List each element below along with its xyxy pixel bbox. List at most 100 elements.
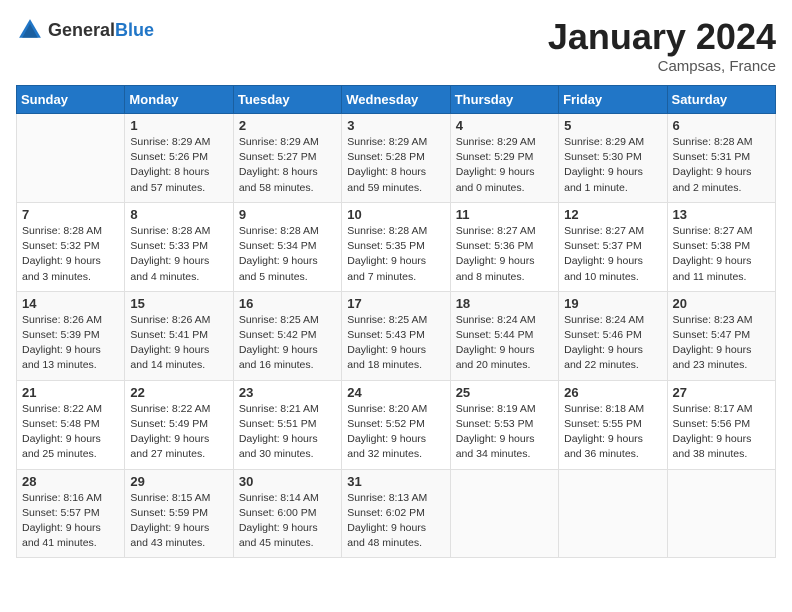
calendar-cell: 11 Sunrise: 8:27 AM Sunset: 5:36 PM Dayli… (450, 202, 558, 291)
day-number: 18 (456, 296, 553, 311)
header-thursday: Thursday (450, 86, 558, 114)
calendar-week-row: 28 Sunrise: 8:16 AM Sunset: 5:57 PM Dayli… (17, 469, 776, 558)
day-info: Sunrise: 8:29 AM Sunset: 5:29 PM Dayligh… (456, 135, 553, 196)
logo-text: GeneralBlue (48, 20, 154, 41)
calendar-cell (559, 469, 667, 558)
day-number: 19 (564, 296, 661, 311)
day-number: 16 (239, 296, 336, 311)
day-number: 28 (22, 474, 119, 489)
calendar-cell (17, 114, 125, 203)
calendar-cell: 24 Sunrise: 8:20 AM Sunset: 5:52 PM Dayli… (342, 380, 450, 469)
calendar-cell: 29Sunrise: 8:15 AM Sunset: 5:59 PM Dayli… (125, 469, 233, 558)
day-number: 10 (347, 207, 444, 222)
day-number: 2 (239, 118, 336, 133)
calendar-week-row: 7Sunrise: 8:28 AM Sunset: 5:32 PM Daylig… (17, 202, 776, 291)
day-info: Sunrise: 8:27 AM Sunset: 5:37 PM Dayligh… (564, 224, 661, 285)
day-info: Sunrise: 8:29 AM Sunset: 5:27 PM Dayligh… (239, 135, 336, 196)
calendar-cell: 8Sunrise: 8:28 AM Sunset: 5:33 PM Daylig… (125, 202, 233, 291)
calendar-week-row: 1 Sunrise: 8:29 AM Sunset: 5:26 PM Daylig… (17, 114, 776, 203)
calendar-cell: 13Sunrise: 8:27 AM Sunset: 5:38 PM Dayli… (667, 202, 775, 291)
day-number: 1 (130, 118, 227, 133)
day-info: Sunrise: 8:14 AM Sunset: 6:00 PM Dayligh… (239, 491, 336, 552)
day-info: Sunrise: 8:20 AM Sunset: 5:52 PM Dayligh… (347, 402, 444, 463)
calendar-cell: 20 Sunrise: 8:23 AM Sunset: 5:47 PM Dayli… (667, 291, 775, 380)
day-info: Sunrise: 8:25 AM Sunset: 5:43 PM Dayligh… (347, 313, 444, 374)
header-monday: Monday (125, 86, 233, 114)
day-info: Sunrise: 8:28 AM Sunset: 5:35 PM Dayligh… (347, 224, 444, 285)
day-info: Sunrise: 8:21 AM Sunset: 5:51 PM Dayligh… (239, 402, 336, 463)
logo-blue: Blue (115, 20, 154, 40)
calendar-cell: 15Sunrise: 8:26 AM Sunset: 5:41 PM Dayli… (125, 291, 233, 380)
calendar-cell: 7Sunrise: 8:28 AM Sunset: 5:32 PM Daylig… (17, 202, 125, 291)
day-number: 24 (347, 385, 444, 400)
day-info: Sunrise: 8:28 AM Sunset: 5:34 PM Dayligh… (239, 224, 336, 285)
calendar-cell: 14 Sunrise: 8:26 AM Sunset: 5:39 PM Dayli… (17, 291, 125, 380)
day-number: 4 (456, 118, 553, 133)
day-number: 31 (347, 474, 444, 489)
day-number: 30 (239, 474, 336, 489)
calendar-cell: 1 Sunrise: 8:29 AM Sunset: 5:26 PM Daylig… (125, 114, 233, 203)
page-header: GeneralBlue January 2024 Campsas, France (16, 16, 776, 75)
day-info: Sunrise: 8:26 AM Sunset: 5:39 PM Dayligh… (22, 313, 119, 374)
day-info: Sunrise: 8:23 AM Sunset: 5:47 PM Dayligh… (673, 313, 770, 374)
calendar-cell: 9Sunrise: 8:28 AM Sunset: 5:34 PM Daylig… (233, 202, 341, 291)
day-info: Sunrise: 8:25 AM Sunset: 5:42 PM Dayligh… (239, 313, 336, 374)
day-number: 14 (22, 296, 119, 311)
day-info: Sunrise: 8:29 AM Sunset: 5:30 PM Dayligh… (564, 135, 661, 196)
logo-general: General (48, 20, 115, 40)
day-number: 22 (130, 385, 227, 400)
day-number: 25 (456, 385, 553, 400)
day-info: Sunrise: 8:29 AM Sunset: 5:26 PM Dayligh… (130, 135, 227, 196)
day-number: 23 (239, 385, 336, 400)
day-number: 15 (130, 296, 227, 311)
calendar-week-row: 21 Sunrise: 8:22 AM Sunset: 5:48 PM Dayli… (17, 380, 776, 469)
calendar-week-row: 14 Sunrise: 8:26 AM Sunset: 5:39 PM Dayli… (17, 291, 776, 380)
calendar-table: SundayMondayTuesdayWednesdayThursdayFrid… (16, 85, 776, 558)
day-info: Sunrise: 8:28 AM Sunset: 5:31 PM Dayligh… (673, 135, 770, 196)
day-number: 27 (673, 385, 770, 400)
day-info: Sunrise: 8:24 AM Sunset: 5:44 PM Dayligh… (456, 313, 553, 374)
calendar-cell: 5 Sunrise: 8:29 AM Sunset: 5:30 PM Daylig… (559, 114, 667, 203)
day-info: Sunrise: 8:22 AM Sunset: 5:48 PM Dayligh… (22, 402, 119, 463)
location-subtitle: Campsas, France (548, 58, 776, 75)
calendar-cell: 30 Sunrise: 8:14 AM Sunset: 6:00 PM Dayli… (233, 469, 341, 558)
day-number: 21 (22, 385, 119, 400)
day-number: 7 (22, 207, 119, 222)
header-sunday: Sunday (17, 86, 125, 114)
day-info: Sunrise: 8:27 AM Sunset: 5:36 PM Dayligh… (456, 224, 553, 285)
calendar-cell: 31 Sunrise: 8:13 AM Sunset: 6:02 PM Dayli… (342, 469, 450, 558)
day-info: Sunrise: 8:19 AM Sunset: 5:53 PM Dayligh… (456, 402, 553, 463)
day-number: 3 (347, 118, 444, 133)
calendar-cell: 22 Sunrise: 8:22 AM Sunset: 5:49 PM Dayli… (125, 380, 233, 469)
header-saturday: Saturday (667, 86, 775, 114)
day-number: 13 (673, 207, 770, 222)
month-title: January 2024 (548, 16, 776, 58)
calendar-cell: 3Sunrise: 8:29 AM Sunset: 5:28 PM Daylig… (342, 114, 450, 203)
calendar-cell: 16 Sunrise: 8:25 AM Sunset: 5:42 PM Dayli… (233, 291, 341, 380)
calendar-cell (667, 469, 775, 558)
day-number: 26 (564, 385, 661, 400)
day-info: Sunrise: 8:16 AM Sunset: 5:57 PM Dayligh… (22, 491, 119, 552)
day-info: Sunrise: 8:18 AM Sunset: 5:55 PM Dayligh… (564, 402, 661, 463)
calendar-cell (450, 469, 558, 558)
day-number: 12 (564, 207, 661, 222)
day-number: 20 (673, 296, 770, 311)
day-number: 17 (347, 296, 444, 311)
day-number: 5 (564, 118, 661, 133)
calendar-cell: 25 Sunrise: 8:19 AM Sunset: 5:53 PM Dayli… (450, 380, 558, 469)
calendar-cell: 6 Sunrise: 8:28 AM Sunset: 5:31 PM Daylig… (667, 114, 775, 203)
calendar-cell: 12 Sunrise: 8:27 AM Sunset: 5:37 PM Dayli… (559, 202, 667, 291)
day-number: 11 (456, 207, 553, 222)
day-info: Sunrise: 8:22 AM Sunset: 5:49 PM Dayligh… (130, 402, 227, 463)
calendar-cell: 21 Sunrise: 8:22 AM Sunset: 5:48 PM Dayli… (17, 380, 125, 469)
day-info: Sunrise: 8:13 AM Sunset: 6:02 PM Dayligh… (347, 491, 444, 552)
day-number: 8 (130, 207, 227, 222)
day-number: 29 (130, 474, 227, 489)
calendar-header-row: SundayMondayTuesdayWednesdayThursdayFrid… (17, 86, 776, 114)
header-friday: Friday (559, 86, 667, 114)
day-number: 6 (673, 118, 770, 133)
header-tuesday: Tuesday (233, 86, 341, 114)
day-info: Sunrise: 8:24 AM Sunset: 5:46 PM Dayligh… (564, 313, 661, 374)
calendar-cell: 28 Sunrise: 8:16 AM Sunset: 5:57 PM Dayli… (17, 469, 125, 558)
calendar-cell: 26 Sunrise: 8:18 AM Sunset: 5:55 PM Dayli… (559, 380, 667, 469)
